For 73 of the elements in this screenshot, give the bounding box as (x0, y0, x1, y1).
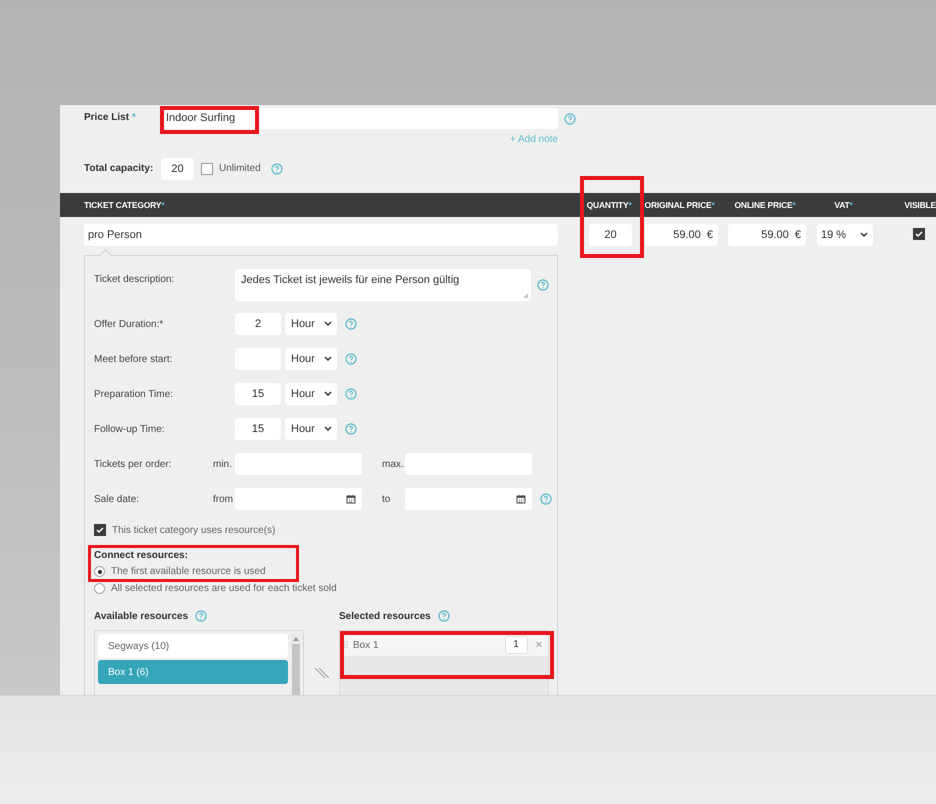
original-price-field[interactable]: 59.00 € (645, 224, 718, 246)
unit-select[interactable]: Hour (285, 383, 337, 405)
column-header: ONLINE PRICE* (734, 200, 797, 210)
calendar-icon[interactable] (516, 494, 526, 504)
unit-select[interactable]: Hour (285, 418, 337, 440)
category-field[interactable]: pro Person (84, 224, 558, 246)
help-icon[interactable] (195, 610, 208, 622)
radio-button[interactable] (94, 566, 105, 577)
unit-select[interactable]: Hour (285, 313, 337, 335)
selected-resources-label: Selected resources (339, 610, 431, 622)
total-capacity-label: Total capacity: (84, 163, 154, 174)
caret-icon (324, 321, 332, 326)
field-label: Tickets per order: (94, 458, 172, 470)
column-header: VISIBLE (904, 200, 936, 210)
field-label: Meet before start: (94, 354, 174, 364)
count-field[interactable]: 1 (504, 636, 528, 654)
help-icon[interactable] (270, 162, 283, 174)
connect-resources-title: Connect resources: (94, 550, 189, 561)
check-icon (95, 525, 105, 535)
radio-button[interactable] (94, 583, 105, 594)
uses-resources-label: This ticket category uses resource(s) (112, 524, 276, 536)
from-label: min. (213, 458, 233, 470)
column-header: QUANTITY* (586, 200, 633, 210)
column-header: ORIGINAL PRICE* (644, 200, 716, 210)
scrollbar[interactable] (291, 634, 300, 695)
caret-icon (324, 391, 332, 396)
unlimited-label: Unlimited (219, 163, 261, 174)
caret-icon (324, 426, 332, 431)
help-icon[interactable] (540, 493, 552, 505)
field-label: Sale date: (94, 494, 140, 504)
unlimited-checkbox[interactable] (201, 162, 213, 174)
available-resources-label: Available resources (94, 610, 188, 622)
date-field[interactable] (235, 488, 362, 510)
help-icon[interactable] (438, 610, 450, 622)
vat-select[interactable]: 19 % (817, 224, 873, 246)
field-label: Ticket description: (94, 273, 176, 285)
help-icon[interactable] (345, 318, 357, 330)
number-field[interactable]: 15 (235, 418, 281, 440)
column-header: VAT* (834, 200, 854, 210)
help-icon[interactable] (537, 279, 549, 291)
help-icon[interactable] (564, 112, 576, 124)
field-label: Offer Duration:* (94, 318, 164, 330)
resize-grip-icon[interactable] (523, 293, 529, 299)
to-label: to (381, 494, 392, 504)
quantity-field[interactable]: 20 (589, 224, 632, 246)
resource-item[interactable]: Segways (10) (98, 634, 288, 658)
uses-resources-checkbox[interactable] (94, 524, 106, 536)
column-header: TICKET CATEGORY* (84, 200, 166, 210)
help-icon[interactable] (345, 388, 357, 400)
caret-icon (860, 232, 868, 237)
radio-label: All selected resources are used for each ticket sold (111, 583, 337, 594)
date-field[interactable] (405, 488, 532, 510)
to-label: max. (381, 458, 405, 470)
capacity-field[interactable]: 20 (161, 158, 194, 180)
drag-dots-icon[interactable] (344, 640, 348, 650)
number-field[interactable]: 2 (235, 313, 281, 335)
unit-select[interactable]: Hour (285, 348, 337, 370)
number-field[interactable]: 15 (235, 383, 281, 405)
check-icon (914, 229, 924, 239)
online-price-field[interactable]: 59.00 € (728, 224, 806, 246)
description-textarea[interactable]: Jedes Ticket ist jeweils für eine Person gültig (235, 269, 531, 301)
calendar-icon[interactable] (346, 494, 356, 504)
from-label: from (213, 494, 234, 504)
field-label: Follow-up Time: (94, 424, 166, 434)
help-icon[interactable] (345, 423, 357, 435)
field-label: Preparation Time: (94, 388, 174, 400)
visible-checkbox[interactable] (913, 228, 925, 240)
price-list-label: Price List * (84, 111, 137, 123)
drag-handle-icon (313, 667, 329, 679)
radio-label: The first available resource is used (111, 566, 266, 577)
caret-icon (324, 356, 332, 361)
scroll-up-icon[interactable] (292, 637, 298, 641)
help-icon[interactable] (345, 353, 357, 365)
